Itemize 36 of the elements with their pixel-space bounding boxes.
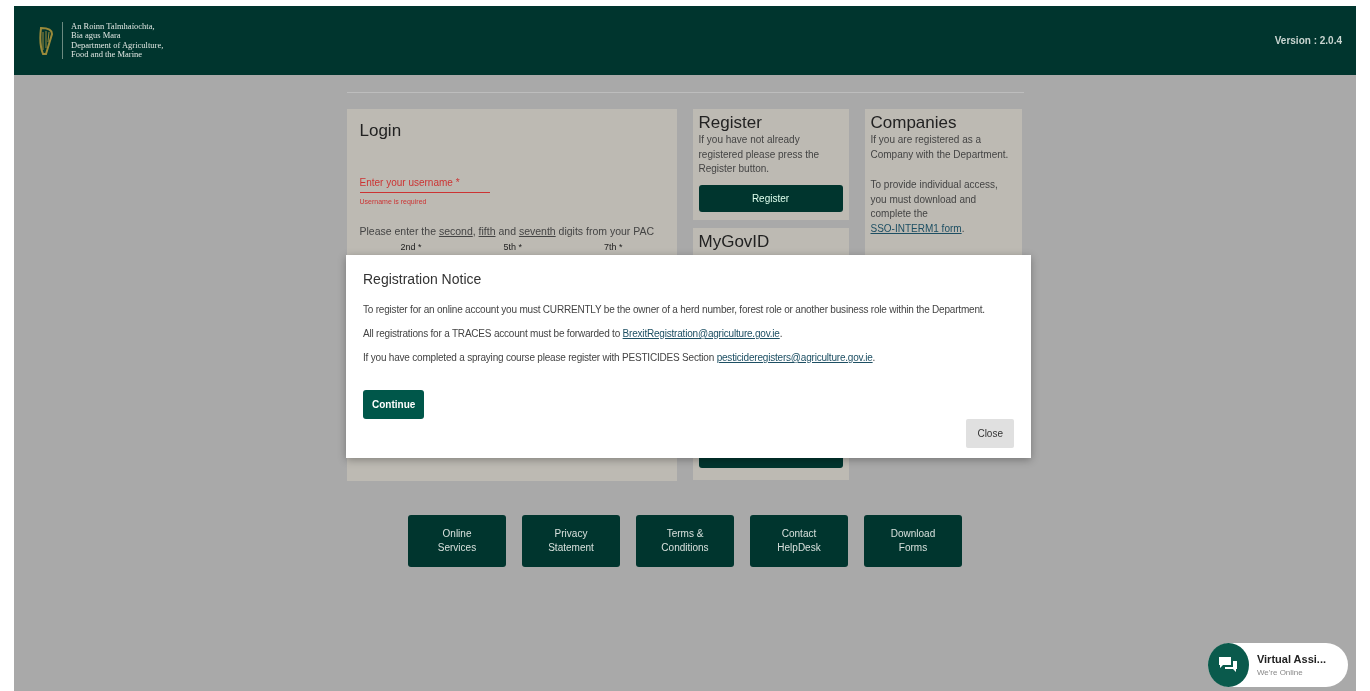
register-button[interactable]: Register <box>698 184 843 212</box>
panel-title: Companies <box>870 113 958 134</box>
companies-text: If you are registered as a Company with the Department. <box>870 133 1010 162</box>
dialog-paragraph: If you have completed a spraying course please register with PESTICIDES Section pesticideregisters@agriculture.gov.ie. <box>363 350 877 365</box>
logo-text: An Roinn Talmhaíochta, <box>71 21 156 32</box>
panel-title: Login <box>359 121 403 142</box>
chat-status: We're Online <box>1256 667 1304 680</box>
nav-button[interactable]: Terms & Conditions <box>636 515 734 567</box>
chat-widget[interactable]: Virtual Assi... We're Online <box>1208 643 1348 687</box>
dialog-paragraph: To register for an online account you must CURRENTLY be the owner of a herd number, forest role or another business role within the Department. <box>363 302 986 317</box>
nav-button[interactable]: Download Forms <box>864 515 962 567</box>
nav-button[interactable]: Privacy Statement <box>522 515 620 567</box>
dialog-title: Registration Notice <box>363 271 483 288</box>
chat-title: Virtual Assi... <box>1256 651 1326 667</box>
logo-text: Department of Agriculture, <box>71 40 164 50</box>
form-link[interactable]: SSO-INTERM1 form <box>870 222 962 234</box>
continue-button[interactable]: Continue <box>363 389 425 419</box>
panel-title: Register <box>698 113 763 134</box>
logo-text: Food and the Marine <box>71 49 143 60</box>
field-label: 2nd * <box>400 243 422 253</box>
pac-instruction: Please enter the second, fifth and seventh digits from your PAC <box>359 223 656 239</box>
email-link[interactable]: BrexitRegistration@agriculture.gov.ie <box>622 327 780 339</box>
nav-button[interactable]: Contact HelpDesk <box>750 515 848 567</box>
nav-button[interactable]: Online Services <box>408 515 506 567</box>
panel-title: MyGovID <box>698 231 771 253</box>
close-button[interactable]: Close <box>966 418 1014 448</box>
chat-icon <box>1218 656 1239 674</box>
field-label: 5th * <box>503 243 522 253</box>
email-link[interactable]: pesticideregisters@agriculture.gov.ie <box>716 351 873 363</box>
harp-icon <box>38 25 54 56</box>
dialog-paragraph: All registrations for a TRACES account must be forwarded to BrexitRegistration@agriculture.gov.ie. <box>363 326 784 341</box>
access-text: To provide individual access, you must download and complete the SSO-INTERM1 form. <box>870 178 999 236</box>
logo-text: Bia agus Mara <box>71 31 122 41</box>
field-label: 7th * <box>603 243 623 253</box>
version-label: Version : 2.0.4 <box>1274 34 1342 48</box>
register-text: If you have not already registered please press the Register button. <box>698 133 821 177</box>
